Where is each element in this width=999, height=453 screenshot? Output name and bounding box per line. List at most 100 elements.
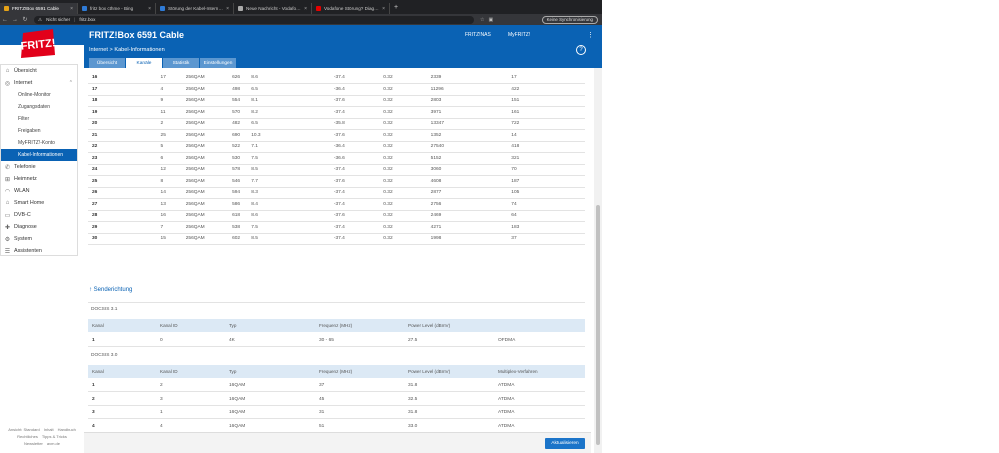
close-icon[interactable]: × (304, 6, 307, 12)
browser-tab[interactable]: FRITZ!Box 6591 Cable × (0, 3, 78, 14)
browser-tab-bar: FRITZ!Box 6591 Cable × fritz box cthme - B… (0, 0, 602, 14)
myfritz-link[interactable]: MyFRITZ! (508, 32, 530, 38)
sidebar-sub-filter[interactable]: Filter (1, 113, 77, 125)
table-row: 3 1 16QAM 31 31.8 ATDMA (88, 406, 585, 419)
close-icon[interactable]: × (382, 6, 385, 12)
browser-tab-label: Neue Nachricht - Vodafone Comm (246, 6, 302, 11)
table-cell: 2339 (426, 72, 508, 84)
sidebar-item-internet[interactable]: ◎ Internet ⌃ (1, 77, 77, 89)
footer-link[interactable]: Newsletter (24, 441, 43, 446)
table-cell: 594 (228, 187, 248, 199)
table-cell: 1 (92, 383, 95, 388)
sidebar-item-wlan[interactable]: ◠ WLAN (1, 185, 77, 197)
sidebar-sub-myfritz[interactable]: MyFRITZ!-Konto (1, 137, 77, 149)
table-row: 19 11 256QAM 570 8.2 -37.4 0.32 3971 161 (88, 106, 585, 119)
sidebar-item-overview[interactable]: ⌂ Übersicht (1, 65, 77, 77)
sidebar-sub-credentials[interactable]: Zugangsdaten (1, 101, 77, 113)
table-row: 4 4 16QAM 51 33.0 ATDMA (88, 420, 585, 433)
footer-links: Ansicht: Standard Inhalt Handbuch Rechtlic… (0, 426, 84, 447)
sidebar-item-homenet[interactable]: ⊞ Heimnetz (1, 173, 77, 185)
browser-tab-label: FRITZ!Box 6591 Cable (12, 6, 59, 11)
collections-icon[interactable]: ▣ (488, 17, 493, 23)
forward-icon[interactable]: → (10, 17, 20, 23)
url-field[interactable]: ⚠ Nicht sicher | fritz.box (34, 15, 474, 24)
sidebar-item-telephony[interactable]: ✆ Telefonie (1, 161, 77, 173)
table-row: 18 9 256QAM 554 8.1 -37.6 0.32 2803 151 (88, 95, 585, 107)
table-cell: 0.32 (379, 83, 427, 96)
tab-statistics[interactable]: Statistik (163, 58, 199, 68)
column-header: Kanal ID (160, 369, 178, 374)
scrollbar-thumb[interactable] (596, 205, 600, 445)
table-row: 2 3 16QAM 45 32.5 ATDMA (88, 393, 585, 406)
table-cell: 0.32 (379, 129, 427, 142)
warning-icon: ⚠ (38, 16, 43, 22)
table-cell: 2 (156, 118, 182, 130)
footer-link[interactable]: Tipps & Tricks (42, 434, 67, 439)
breadcrumb: Internet > Kabel-Informationen (89, 47, 165, 53)
table-cell: 0.32 (379, 233, 427, 245)
footer-link[interactable]: avm.de (47, 441, 60, 446)
sync-label: Keine Synchronisierung (546, 17, 593, 22)
browser-tab[interactable]: Vodafone Störung? Diagnose und× (312, 3, 390, 14)
tab-overview[interactable]: Übersicht (89, 58, 125, 68)
tab-settings[interactable]: Einstellungen (200, 58, 236, 68)
sidebar-item-smarthome[interactable]: ⌂ Smart Home (1, 197, 77, 209)
sidebar-item-label: Übersicht (14, 68, 37, 74)
table-cell: 8.6 (247, 72, 330, 84)
table-cell: 16 (88, 72, 157, 84)
table-cell: 0.32 (379, 118, 427, 130)
table-cell: 7 (156, 221, 182, 234)
star-icon[interactable]: ☆ (480, 17, 484, 23)
sidebar-sub-cable-info[interactable]: Kabel-Informationen (1, 149, 77, 161)
table-cell: 554 (228, 95, 248, 107)
sidebar-sub-online-monitor[interactable]: Online-Monitor (1, 89, 77, 101)
reload-icon[interactable]: ↻ (20, 16, 30, 23)
sidebar-item-dvbc[interactable]: ▭ DVB-C (1, 209, 77, 221)
table-cell: 256QAM (181, 152, 229, 165)
refresh-button[interactable]: Aktualisieren (545, 438, 585, 449)
footer-link[interactable]: Rechtliches (17, 434, 38, 439)
close-icon[interactable]: × (70, 6, 73, 12)
browser-tab[interactable]: Störung der Kabel-Internet-Diens× (156, 3, 234, 14)
sync-button[interactable]: Keine Synchronisierung (541, 15, 598, 24)
table-cell: 4 (160, 423, 163, 429)
table-cell: 256QAM (181, 95, 229, 107)
help-icon[interactable]: ? (576, 45, 586, 55)
sidebar: ⌂ Übersicht ◎ Internet ⌃ Online-Monitor Zug… (0, 64, 78, 256)
table-cell: 27.5 (408, 338, 418, 343)
sidebar-item-assistants[interactable]: ☰ Assistenten (1, 245, 77, 257)
wizard-icon: ☰ (4, 248, 11, 255)
browser-tab[interactable]: fritz box cthme - Bing × (78, 3, 156, 14)
column-header: Frequenz (MHz) (319, 369, 353, 374)
sidebar-item-diagnostics[interactable]: ✚ Diagnose (1, 221, 77, 233)
table-cell: 8.5 (247, 233, 330, 245)
footer-link[interactable]: Ansicht: Standard (8, 427, 40, 432)
table-cell: -37.6 (329, 175, 380, 188)
close-icon[interactable]: × (148, 6, 151, 12)
sidebar-item-label: Diagnose (14, 224, 37, 230)
table-cell: 538 (228, 221, 248, 234)
table-cell: 0 (160, 338, 163, 343)
table-cell: 256QAM (181, 106, 229, 119)
sidebar-item-system[interactable]: ⚙ System (1, 233, 77, 245)
table-cell: 256QAM (181, 83, 229, 96)
fritznas-link[interactable]: FRITZ!NAS (465, 32, 491, 38)
menu-icon[interactable]: ⋮ (587, 31, 594, 39)
browser-tab[interactable]: Neue Nachricht - Vodafone Comm× (234, 3, 312, 14)
table-cell: 0.32 (379, 210, 427, 222)
upstream-section-title[interactable]: ↑ Senderichtung (89, 287, 132, 293)
table-cell: 8.1 (247, 95, 330, 107)
sidebar-sub-shares[interactable]: Freigaben (1, 125, 77, 137)
table-cell: 16QAM (229, 383, 246, 388)
chevron-up-icon: ⌃ (68, 80, 73, 86)
table-cell: 530 (228, 152, 248, 165)
tab-channels[interactable]: Kanäle (126, 58, 162, 68)
table-cell: 18 (88, 95, 157, 107)
footer-link[interactable]: Inhalt (44, 427, 54, 432)
footer-link[interactable]: Handbuch (58, 427, 76, 432)
new-tab-button[interactable]: + (394, 4, 398, 11)
table-cell: -36.4 (329, 83, 380, 96)
close-icon[interactable]: × (226, 6, 229, 12)
back-icon[interactable]: ← (0, 17, 10, 23)
table-cell: 105 (507, 187, 585, 199)
